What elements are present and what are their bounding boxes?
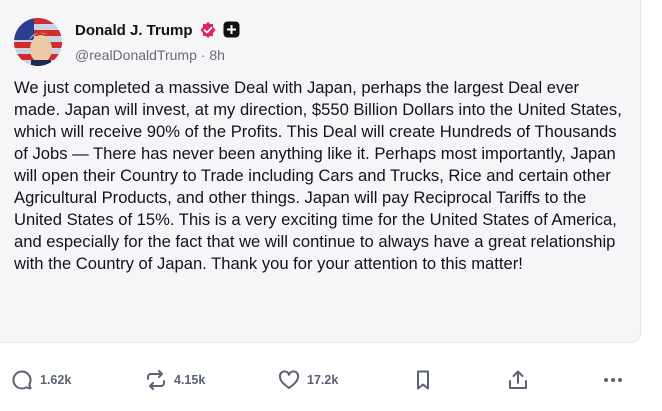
heart-icon [278, 370, 300, 389]
post-time[interactable]: 8h [209, 47, 225, 63]
share-icon [509, 370, 527, 389]
reply-icon [12, 370, 32, 390]
retruth-icon [147, 370, 165, 390]
action-bar: 1.62k 4.15k 17.2k [0, 362, 662, 398]
plus-badge-icon [223, 21, 241, 39]
post-card: Donald J. Trump @realDonaldTrump · 8h We… [0, 0, 641, 343]
more-icon [604, 378, 622, 382]
avatar[interactable] [14, 18, 62, 66]
share-button[interactable] [506, 362, 530, 398]
separator: · [200, 47, 206, 63]
like-count: 17.2k [307, 373, 339, 387]
retruth-count: 4.15k [174, 373, 206, 387]
post-body: We just completed a massive Deal with Ja… [14, 78, 622, 273]
bookmark-icon [417, 370, 429, 390]
bookmark-button[interactable] [411, 362, 435, 398]
author-name[interactable]: Donald J. Trump [75, 22, 193, 39]
handle[interactable]: @realDonaldTrump [75, 47, 197, 63]
reply-count: 1.62k [40, 373, 72, 387]
retruth-button[interactable]: 4.15k [144, 362, 205, 398]
like-button[interactable]: 17.2k [277, 362, 338, 398]
more-button[interactable] [601, 362, 625, 398]
handle-row: @realDonaldTrump · 8h [75, 47, 225, 63]
verified-badge-icon [199, 21, 217, 39]
reply-button[interactable]: 1.62k [10, 362, 71, 398]
